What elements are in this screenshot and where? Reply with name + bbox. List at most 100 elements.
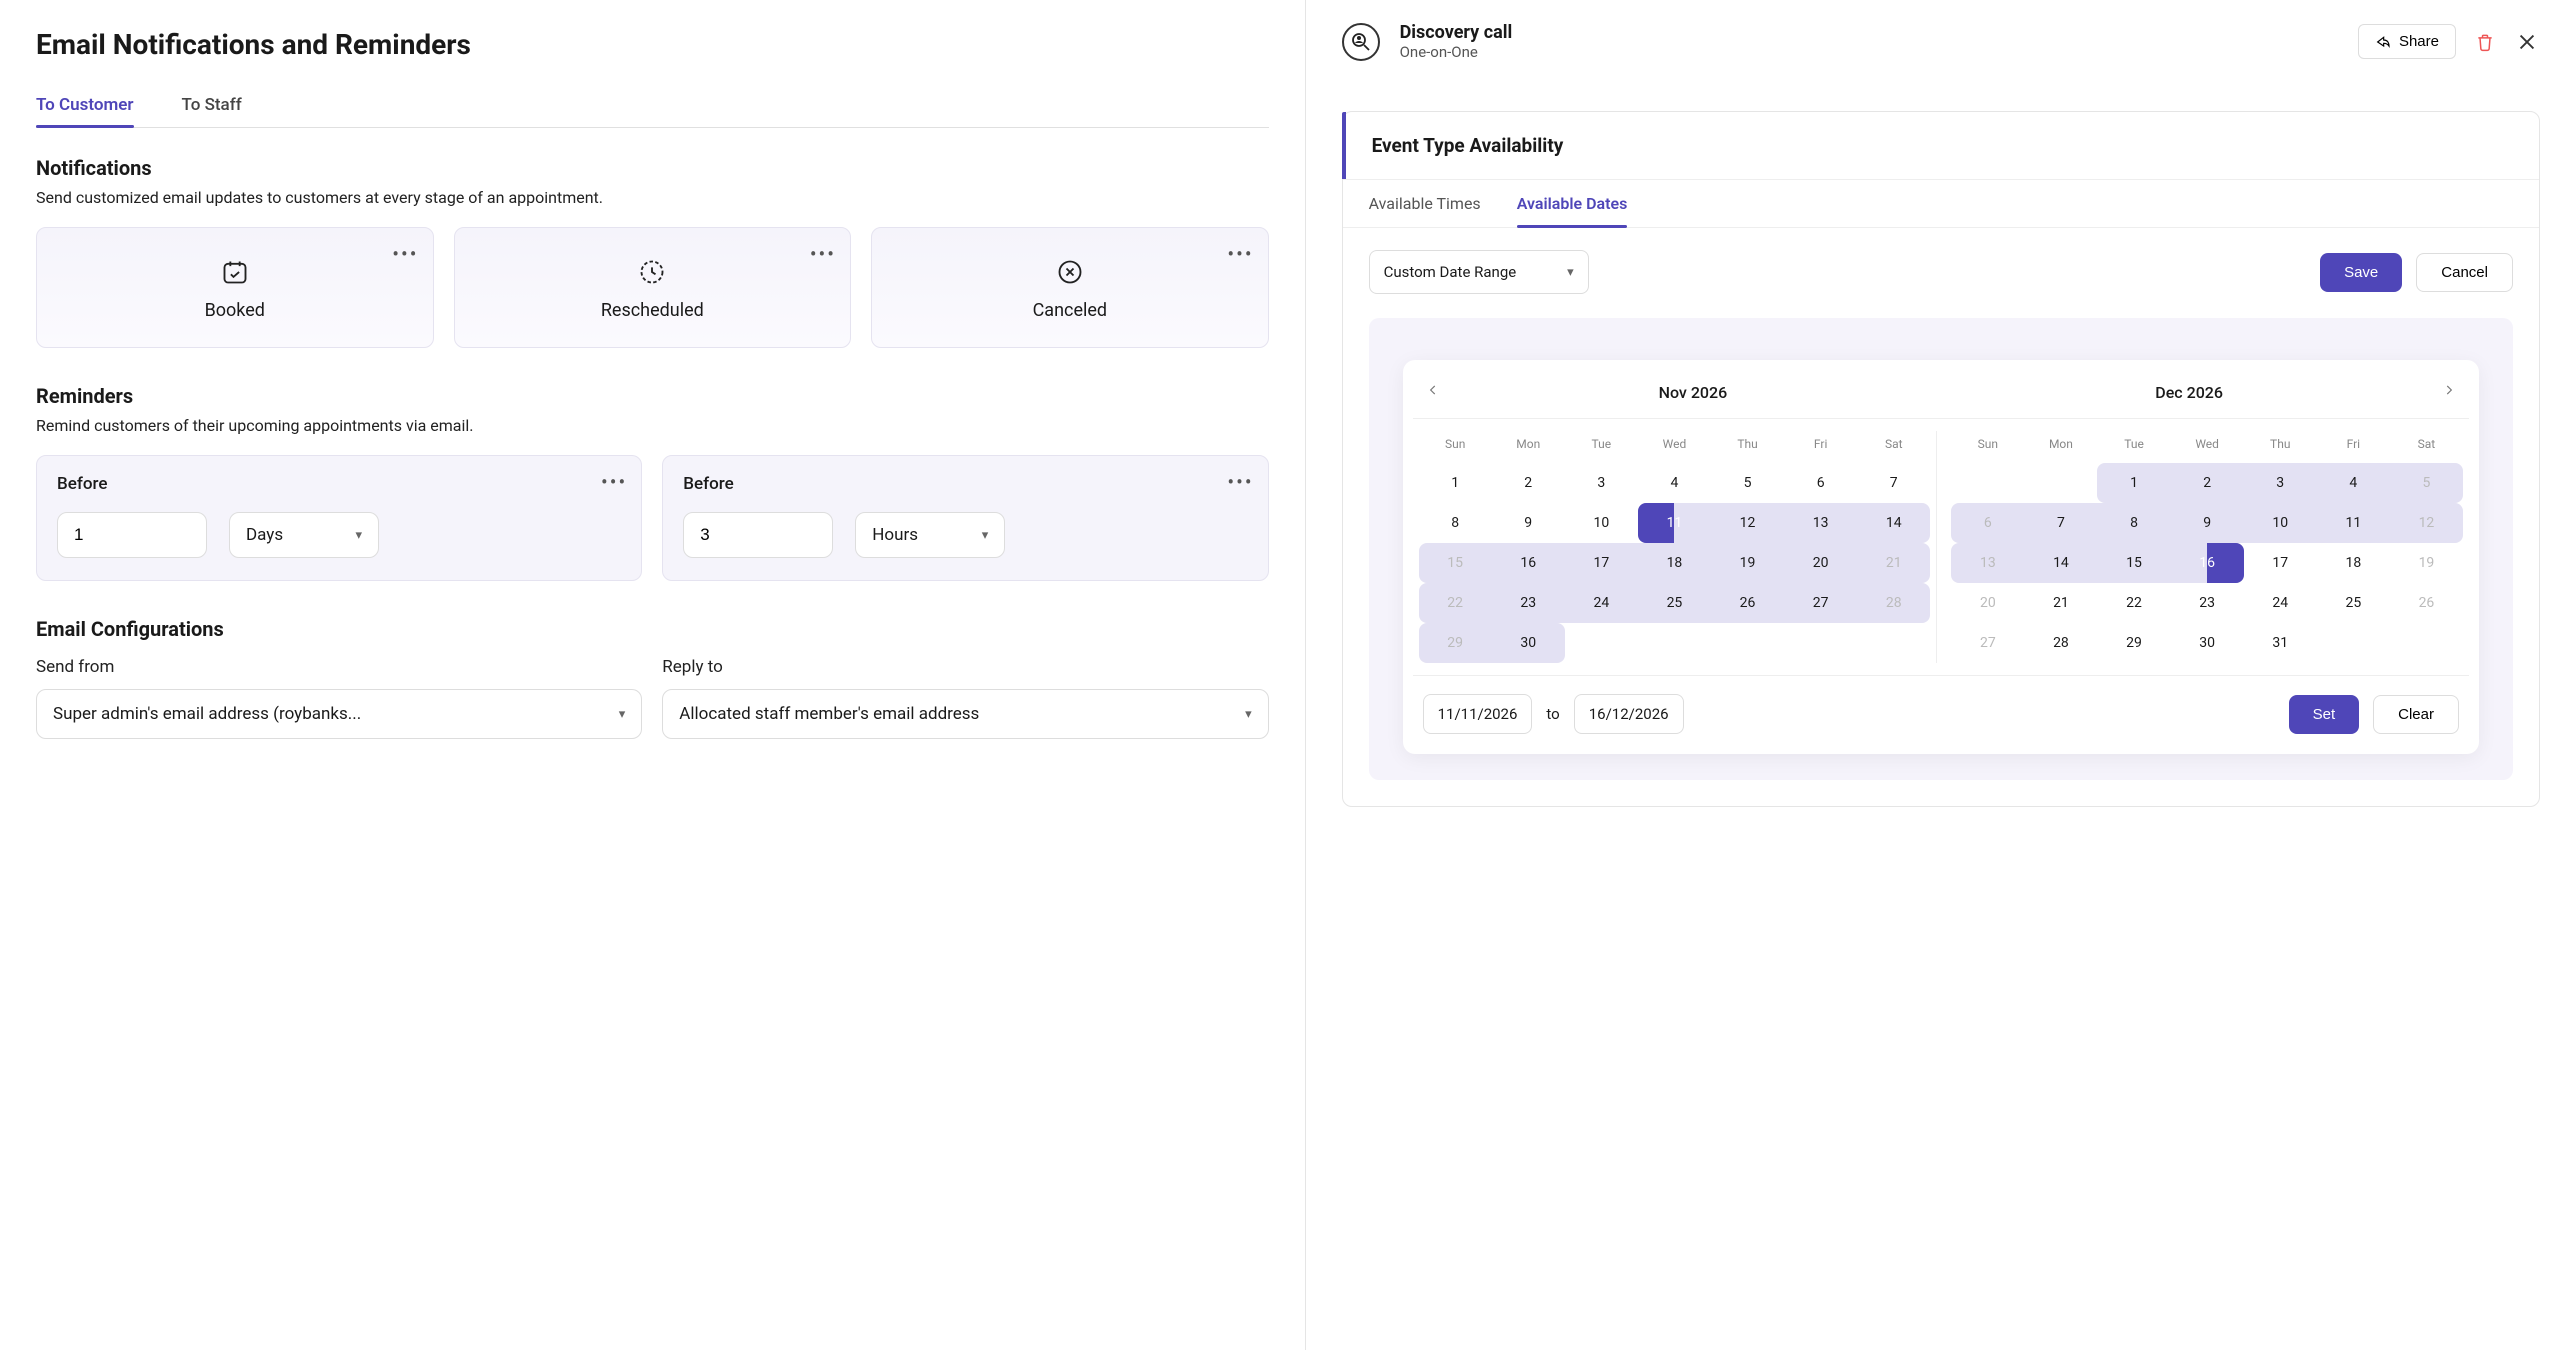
- calendar-day[interactable]: 15: [2097, 543, 2170, 583]
- calendar-day[interactable]: 6: [1951, 503, 2024, 543]
- notif-card-booked[interactable]: ••• Booked: [36, 227, 434, 348]
- calendar-day[interactable]: 26: [2390, 583, 2463, 623]
- date-range-select[interactable]: Custom Date Range ▾: [1369, 250, 1589, 294]
- calendar-day[interactable]: 6: [1784, 463, 1857, 503]
- calendar-day[interactable]: 1: [2097, 463, 2170, 503]
- calendar-day[interactable]: 16: [1492, 543, 1565, 583]
- close-button[interactable]: [2514, 29, 2540, 55]
- calendar-day[interactable]: 11: [1638, 503, 1711, 543]
- tab-to-staff[interactable]: To Staff: [182, 83, 242, 127]
- calendar-day[interactable]: 9: [1492, 503, 1565, 543]
- calendar-day[interactable]: 21: [2024, 583, 2097, 623]
- calendar-day[interactable]: 8: [2097, 503, 2170, 543]
- cancel-button[interactable]: Cancel: [2416, 253, 2513, 292]
- send-from-select[interactable]: Super admin's email address (roybanks...…: [36, 689, 642, 739]
- calendar-day[interactable]: 7: [2024, 503, 2097, 543]
- calendar-day[interactable]: 20: [1784, 543, 1857, 583]
- notif-card-canceled[interactable]: ••• Canceled: [871, 227, 1269, 348]
- select-value: Days: [246, 525, 283, 545]
- chevron-down-icon: ▾: [1567, 265, 1574, 280]
- reminder-unit-select[interactable]: Hours ▾: [855, 512, 1005, 558]
- calendar-day[interactable]: 2: [2171, 463, 2244, 503]
- more-icon[interactable]: •••: [601, 470, 627, 494]
- calendar-day[interactable]: 19: [1711, 543, 1784, 583]
- calendar-day[interactable]: 3: [1565, 463, 1638, 503]
- calendar-day[interactable]: 10: [1565, 503, 1638, 543]
- event-avatar-icon: [1342, 23, 1380, 61]
- calendar-day[interactable]: 15: [1419, 543, 1492, 583]
- share-button[interactable]: Share: [2358, 24, 2456, 59]
- reminder-card-1: ••• Before Days ▾: [36, 455, 642, 581]
- calendar-day[interactable]: 24: [1565, 583, 1638, 623]
- calendar-day[interactable]: 11: [2317, 503, 2390, 543]
- calendar-day[interactable]: 24: [2244, 583, 2317, 623]
- prev-month-button[interactable]: [1421, 380, 1445, 404]
- more-icon[interactable]: •••: [1227, 242, 1253, 266]
- calendar-day[interactable]: 22: [1419, 583, 1492, 623]
- calendar-day[interactable]: 27: [1951, 623, 2024, 663]
- calendar-day[interactable]: 27: [1784, 583, 1857, 623]
- calendar-day[interactable]: 30: [1492, 623, 1565, 663]
- calendar-day[interactable]: 23: [2171, 583, 2244, 623]
- notifications-desc: Send customized email updates to custome…: [36, 188, 1269, 207]
- month-label-2: Dec 2026: [2155, 383, 2223, 402]
- reminder-unit-select[interactable]: Days ▾: [229, 512, 379, 558]
- from-date-input[interactable]: 11/11/2026: [1423, 694, 1533, 734]
- calendar-day[interactable]: 3: [2244, 463, 2317, 503]
- calendar-day[interactable]: 29: [2097, 623, 2170, 663]
- calendar-day[interactable]: 17: [2244, 543, 2317, 583]
- calendar-day[interactable]: 5: [1711, 463, 1784, 503]
- calendar-day[interactable]: 7: [1857, 463, 1930, 503]
- reminder-value-input[interactable]: [683, 512, 833, 558]
- tab-available-times[interactable]: Available Times: [1369, 180, 1481, 227]
- clear-button[interactable]: Clear: [2373, 695, 2459, 734]
- calendar-day[interactable]: 9: [2171, 503, 2244, 543]
- calendar-day[interactable]: 13: [1951, 543, 2024, 583]
- calendar-day[interactable]: 12: [2390, 503, 2463, 543]
- reminder-value-input[interactable]: [57, 512, 207, 558]
- to-date-input[interactable]: 16/12/2026: [1574, 694, 1684, 734]
- notif-card-rescheduled[interactable]: ••• Rescheduled: [454, 227, 852, 348]
- calendar-day[interactable]: 25: [2317, 583, 2390, 623]
- more-icon[interactable]: •••: [810, 242, 836, 266]
- calendar-day[interactable]: 26: [1711, 583, 1784, 623]
- calendar-day[interactable]: 28: [1857, 583, 1930, 623]
- calendar-day[interactable]: 16: [2171, 543, 2244, 583]
- chevron-down-icon: ▾: [1245, 707, 1252, 722]
- calendar-day[interactable]: 17: [1565, 543, 1638, 583]
- calendar-day[interactable]: 1: [1419, 463, 1492, 503]
- calendar-day[interactable]: 25: [1638, 583, 1711, 623]
- calendar-day[interactable]: 19: [2390, 543, 2463, 583]
- calendar-day[interactable]: 5: [2390, 463, 2463, 503]
- save-button[interactable]: Save: [2320, 253, 2402, 292]
- calendar-day[interactable]: 21: [1857, 543, 1930, 583]
- calendar-day[interactable]: 4: [2317, 463, 2390, 503]
- calendar-day[interactable]: 18: [1638, 543, 1711, 583]
- calendar-day[interactable]: 29: [1419, 623, 1492, 663]
- calendar-day[interactable]: 18: [2317, 543, 2390, 583]
- calendar-day[interactable]: 31: [2244, 623, 2317, 663]
- more-icon[interactable]: •••: [392, 242, 418, 266]
- select-value: Custom Date Range: [1384, 263, 1517, 281]
- delete-button[interactable]: [2472, 29, 2498, 55]
- calendar-day[interactable]: 12: [1711, 503, 1784, 543]
- calendar-day[interactable]: 10: [2244, 503, 2317, 543]
- calendar-day[interactable]: 14: [2024, 543, 2097, 583]
- tab-to-customer[interactable]: To Customer: [36, 83, 134, 127]
- tab-available-dates[interactable]: Available Dates: [1517, 180, 1628, 227]
- set-button[interactable]: Set: [2289, 695, 2360, 734]
- calendar-day[interactable]: 28: [2024, 623, 2097, 663]
- calendar-day[interactable]: 2: [1492, 463, 1565, 503]
- calendar-day[interactable]: 20: [1951, 583, 2024, 623]
- history-icon: [638, 258, 666, 286]
- next-month-button[interactable]: [2437, 380, 2461, 404]
- more-icon[interactable]: •••: [1227, 470, 1253, 494]
- calendar-day[interactable]: 22: [2097, 583, 2170, 623]
- calendar-day[interactable]: 30: [2171, 623, 2244, 663]
- reply-to-select[interactable]: Allocated staff member's email address ▾: [662, 689, 1268, 739]
- calendar-day[interactable]: 13: [1784, 503, 1857, 543]
- calendar-day[interactable]: 14: [1857, 503, 1930, 543]
- calendar-day[interactable]: 23: [1492, 583, 1565, 623]
- calendar-day[interactable]: 8: [1419, 503, 1492, 543]
- calendar-day[interactable]: 4: [1638, 463, 1711, 503]
